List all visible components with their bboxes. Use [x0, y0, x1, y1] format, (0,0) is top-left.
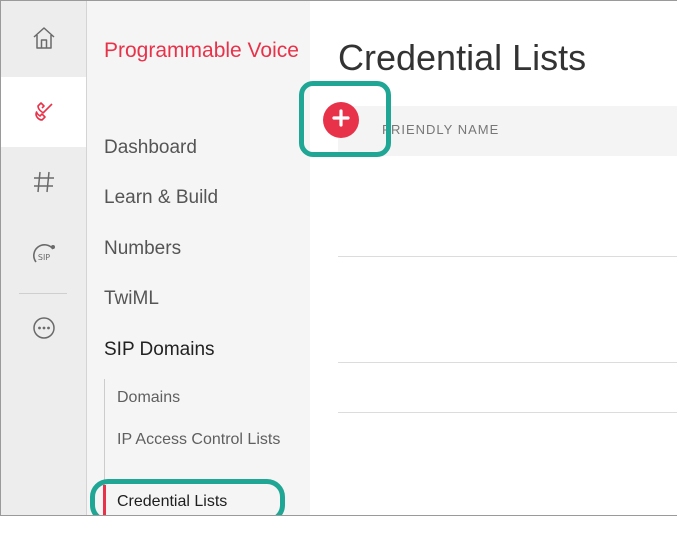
subnav-link-credential-lists[interactable]: Credential Lists [117, 492, 297, 511]
subnav-link-domains[interactable]: Domains [117, 388, 297, 407]
add-credential-list-button[interactable] [323, 102, 359, 138]
rail-item-numbers[interactable] [1, 147, 86, 217]
product-nav: Programmable Voice Dashboard Learn & Bui… [87, 1, 310, 515]
nav-link-dashboard[interactable]: Dashboard [104, 137, 197, 159]
svg-text:SIP: SIP [37, 253, 49, 262]
rail-item-voice[interactable] [1, 77, 86, 147]
table-row-divider [338, 412, 677, 413]
table-row-divider [338, 256, 677, 257]
nav-link-sip-domains[interactable]: SIP Domains [104, 339, 215, 361]
rail-item-more[interactable] [1, 293, 86, 363]
app-frame: SIP Programmable Voice Dashboard Learn &… [0, 0, 677, 516]
product-title[interactable]: Programmable Voice [104, 38, 304, 64]
column-header-friendly-name[interactable]: FRIENDLY NAME [382, 122, 499, 137]
rail-item-home[interactable] [1, 3, 86, 73]
icon-rail: SIP [1, 1, 87, 515]
main-content: Credential Lists FRIENDLY NAME [310, 1, 677, 515]
subnav-link-ip-access-control-lists[interactable]: IP Access Control Lists [117, 430, 297, 449]
page-title: Credential Lists [338, 37, 587, 78]
more-icon [31, 315, 57, 341]
nav-link-learn-build[interactable]: Learn & Build [104, 187, 218, 209]
hash-icon [31, 169, 57, 195]
rail-item-sip[interactable]: SIP [1, 219, 86, 289]
plus-icon [331, 108, 351, 133]
home-icon [31, 25, 57, 51]
nav-link-numbers[interactable]: Numbers [104, 238, 181, 260]
sip-icon: SIP [29, 239, 59, 269]
table-row-divider [338, 362, 677, 363]
phone-icon [30, 98, 58, 126]
active-indicator [103, 485, 106, 515]
nav-link-twiml[interactable]: TwiML [104, 288, 159, 310]
